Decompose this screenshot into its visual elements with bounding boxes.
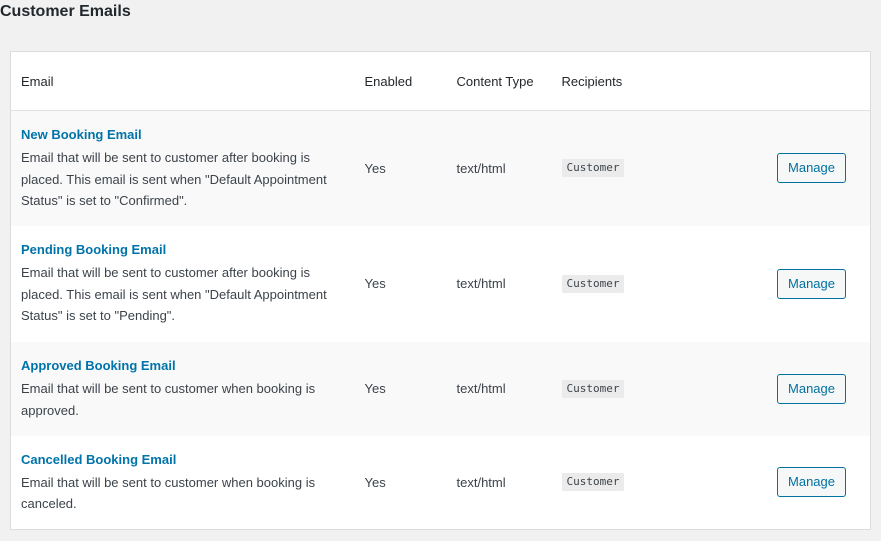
- customer-emails-table: Email Enabled Content Type Recipients Ne…: [10, 51, 871, 530]
- column-header-email: Email: [10, 51, 355, 111]
- email-description: Email that will be sent to customer afte…: [21, 150, 327, 208]
- email-cell: Cancelled Booking Email Email that will …: [11, 436, 355, 530]
- email-title-link[interactable]: Cancelled Booking Email: [21, 450, 345, 470]
- recipient-badge: Customer: [561, 274, 625, 293]
- content-type-value: text/html: [456, 474, 506, 490]
- table-row: Approved Booking Email Email that will b…: [10, 341, 871, 436]
- recipients-cell: Customer: [552, 436, 722, 530]
- manage-button[interactable]: Manage: [777, 268, 846, 299]
- recipient-badge: Customer: [561, 159, 625, 178]
- email-title-link[interactable]: Approved Booking Email: [21, 356, 345, 376]
- email-title-link[interactable]: Pending Booking Email: [21, 240, 345, 260]
- action-cell: Manage: [722, 436, 871, 530]
- recipients-cell: Customer: [552, 226, 722, 342]
- manage-button[interactable]: Manage: [777, 467, 846, 498]
- column-header-content-type: Content Type: [446, 51, 552, 111]
- email-description: Email that will be sent to customer when…: [21, 474, 316, 512]
- email-description: Email that will be sent to customer afte…: [21, 265, 327, 324]
- action-cell: Manage: [722, 342, 871, 436]
- column-header-actions: [721, 51, 871, 111]
- recipient-badge: Customer: [561, 473, 625, 492]
- page-title: Customer Emails: [0, 3, 131, 20]
- email-cell: New Booking Email Email that will be sen…: [11, 111, 355, 226]
- recipients-cell: Customer: [552, 111, 722, 226]
- recipient-badge: Customer: [561, 379, 625, 398]
- enabled-value: Yes: [364, 381, 386, 396]
- content-type-value: text/html: [456, 276, 506, 291]
- recipients-cell: Customer: [552, 342, 722, 436]
- action-cell: Manage: [722, 111, 871, 226]
- enabled-value: Yes: [364, 474, 386, 490]
- email-description: Email that will be sent to customer when…: [21, 381, 316, 418]
- manage-button[interactable]: Manage: [777, 373, 846, 404]
- content-type-value: text/html: [456, 381, 506, 396]
- email-title-link[interactable]: New Booking Email: [21, 125, 345, 145]
- table-row: Pending Booking Email Email that will be…: [10, 225, 871, 342]
- manage-button[interactable]: Manage: [777, 153, 846, 184]
- content-type-value: text/html: [456, 160, 506, 176]
- enabled-value: Yes: [364, 276, 386, 291]
- table-row: Cancelled Booking Email Email that will …: [10, 435, 871, 530]
- email-cell: Approved Booking Email Email that will b…: [11, 342, 355, 436]
- table-row: New Booking Email Email that will be sen…: [10, 110, 871, 226]
- email-cell: Pending Booking Email Email that will be…: [11, 226, 355, 342]
- column-header-recipients: Recipients: [551, 51, 722, 111]
- column-header-enabled: Enabled: [354, 51, 447, 111]
- action-cell: Manage: [722, 226, 871, 342]
- enabled-value: Yes: [364, 160, 386, 176]
- table-header-row: Email Enabled Content Type Recipients: [10, 51, 871, 111]
